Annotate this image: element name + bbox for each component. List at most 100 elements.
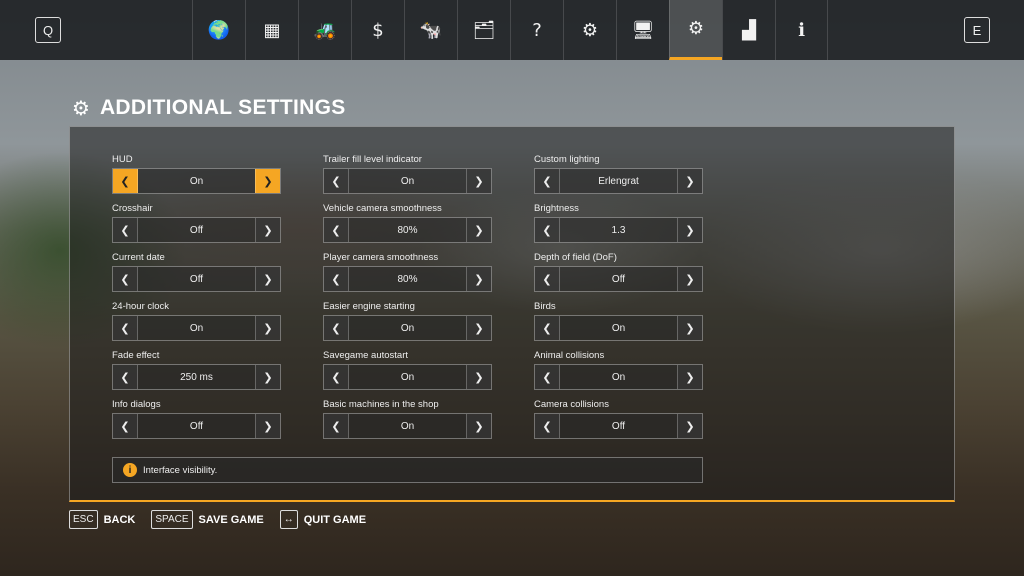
setting-custom-lighting: Custom lighting ❮ Erlengrat ❯ (534, 154, 704, 203)
chevron-left-icon[interactable]: ❮ (324, 169, 349, 193)
setting-24-hour-clock: 24-hour clock ❮ On ❯ (112, 301, 282, 350)
option-selector[interactable]: ❮ On ❯ (112, 315, 281, 341)
info-circle-icon: i (123, 463, 137, 477)
chevron-right-icon[interactable]: ❯ (466, 414, 491, 438)
chevron-right-icon[interactable]: ❯ (677, 414, 702, 438)
back-button[interactable]: ESC BACK (69, 510, 135, 529)
quit-game-button[interactable]: ↔ QUIT GAME (279, 510, 367, 529)
setting-birds: Birds ❮ On ❯ (534, 301, 704, 350)
chevron-right-icon[interactable]: ❯ (255, 365, 280, 389)
chevron-right-icon[interactable]: ❯ (466, 365, 491, 389)
option-selector[interactable]: ❮ 250 ms ❯ (112, 364, 281, 390)
tab-statistics[interactable]: ▦ (245, 0, 298, 60)
arrows-key-icon: ↔ (279, 510, 298, 529)
setting-value: Off (189, 420, 204, 432)
quit-game-label: QUIT GAME (303, 513, 367, 526)
option-selector[interactable]: ❮ 1.3 ❯ (534, 217, 703, 243)
controls-icon: ▟ (742, 19, 756, 41)
animals-icon: 🐄 (419, 19, 443, 41)
chevron-right-icon[interactable]: ❯ (677, 169, 702, 193)
option-selector[interactable]: ❮ Off ❯ (534, 266, 703, 292)
setting-animal-collisions: Animal collisions ❮ On ❯ (534, 350, 704, 399)
vehicles-icon: ⚙ (581, 19, 599, 41)
chevron-left-icon[interactable]: ❮ (535, 218, 560, 242)
setting-value: On (400, 322, 415, 334)
tab-garage[interactable]: ⚙ (563, 0, 616, 60)
tab-finances[interactable]: $ (351, 0, 404, 60)
setting-value: 1.3 (611, 224, 626, 236)
option-selector[interactable]: ❮ Off ❯ (534, 413, 703, 439)
chevron-right-icon[interactable]: ❯ (255, 267, 280, 291)
save-game-label: SAVE GAME (198, 513, 264, 526)
option-selector[interactable]: ❮ On ❯ (323, 413, 492, 439)
setting-label: HUD (112, 154, 133, 165)
tab-vehicles[interactable]: 🚜 (298, 0, 351, 60)
option-selector[interactable]: ❮ 80% ❯ (323, 217, 492, 243)
option-selector[interactable]: ❮ On ❯ (112, 168, 281, 194)
tab-display[interactable]: 🖥 (616, 0, 669, 60)
chevron-right-icon[interactable]: ❯ (466, 267, 491, 291)
save-game-button[interactable]: SPACE SAVE GAME (151, 510, 264, 529)
tab-controls[interactable]: ▟ (722, 0, 775, 60)
option-selector[interactable]: ❮ On ❯ (534, 364, 703, 390)
chevron-left-icon[interactable]: ❮ (535, 267, 560, 291)
option-selector[interactable]: ❮ On ❯ (534, 315, 703, 341)
chevron-left-icon[interactable]: ❮ (113, 218, 138, 242)
footer-actions: ESC BACK SPACE SAVE GAME ↔ QUIT GAME (69, 510, 366, 529)
option-selector[interactable]: ❮ On ❯ (323, 168, 492, 194)
setting-label: Custom lighting (534, 154, 600, 165)
chevron-left-icon[interactable]: ❮ (535, 316, 560, 340)
chevron-left-icon[interactable]: ❮ (324, 267, 349, 291)
setting-value: Erlengrat (598, 175, 639, 187)
setting-value: 250 ms (180, 371, 213, 383)
chevron-left-icon[interactable]: ❮ (535, 414, 560, 438)
chevron-left-icon[interactable]: ❮ (324, 414, 349, 438)
tab-map[interactable]: 🌍 (192, 0, 245, 60)
next-page-key[interactable]: E (964, 17, 990, 43)
option-selector[interactable]: ❮ Erlengrat ❯ (534, 168, 703, 194)
chevron-right-icon[interactable]: ❯ (677, 218, 702, 242)
option-selector[interactable]: ❮ On ❯ (323, 315, 492, 341)
option-selector[interactable]: ❮ On ❯ (323, 364, 492, 390)
chevron-right-icon[interactable]: ❯ (466, 169, 491, 193)
tab-contracts[interactable]: 🗂 (457, 0, 510, 60)
chevron-left-icon[interactable]: ❮ (535, 365, 560, 389)
chevron-right-icon[interactable]: ❯ (255, 218, 280, 242)
chevron-left-icon[interactable]: ❮ (113, 267, 138, 291)
chevron-left-icon[interactable]: ❮ (113, 365, 138, 389)
setting-value: 80% (397, 273, 418, 285)
chevron-left-icon[interactable]: ❮ (113, 316, 138, 340)
previous-page-key[interactable]: Q (35, 17, 61, 43)
chevron-right-icon[interactable]: ❯ (466, 218, 491, 242)
option-selector[interactable]: ❮ Off ❯ (112, 266, 281, 292)
tab-help[interactable]: ? (510, 0, 563, 60)
tab-animals[interactable]: 🐄 (404, 0, 457, 60)
top-navigation-bar: Q 🌍 ▦ 🚜 $ 🐄 🗂 ? ⚙ 🖥 ⚙ ▟ ℹ E (0, 0, 1024, 60)
tooltip-text: Interface visibility. (143, 464, 218, 476)
chevron-right-icon[interactable]: ❯ (677, 267, 702, 291)
setting-value: On (400, 371, 415, 383)
chevron-left-icon[interactable]: ❮ (324, 218, 349, 242)
chevron-right-icon[interactable]: ❯ (255, 316, 280, 340)
chevron-right-icon[interactable]: ❯ (255, 169, 280, 193)
chevron-left-icon[interactable]: ❮ (324, 365, 349, 389)
chevron-left-icon[interactable]: ❮ (535, 169, 560, 193)
option-selector[interactable]: ❮ Off ❯ (112, 217, 281, 243)
chevron-right-icon[interactable]: ❯ (466, 316, 491, 340)
esc-key-icon: ESC (69, 510, 98, 529)
setting-value: On (611, 371, 626, 383)
chevron-right-icon[interactable]: ❯ (677, 316, 702, 340)
chevron-left-icon[interactable]: ❮ (324, 316, 349, 340)
setting-trailer-fill-level: Trailer fill level indicator ❮ On ❯ (323, 154, 493, 203)
chevron-left-icon[interactable]: ❮ (113, 169, 138, 193)
setting-easier-engine-starting: Easier engine starting ❮ On ❯ (323, 301, 493, 350)
tab-settings[interactable]: ⚙ (669, 0, 722, 60)
chevron-right-icon[interactable]: ❯ (255, 414, 280, 438)
setting-label: Savegame autostart (323, 350, 409, 361)
setting-camera-collisions: Camera collisions ❮ Off ❯ (534, 399, 704, 448)
option-selector[interactable]: ❮ 80% ❯ (323, 266, 492, 292)
chevron-right-icon[interactable]: ❯ (677, 365, 702, 389)
tab-info[interactable]: ℹ (775, 0, 828, 60)
option-selector[interactable]: ❮ Off ❯ (112, 413, 281, 439)
chevron-left-icon[interactable]: ❮ (113, 414, 138, 438)
